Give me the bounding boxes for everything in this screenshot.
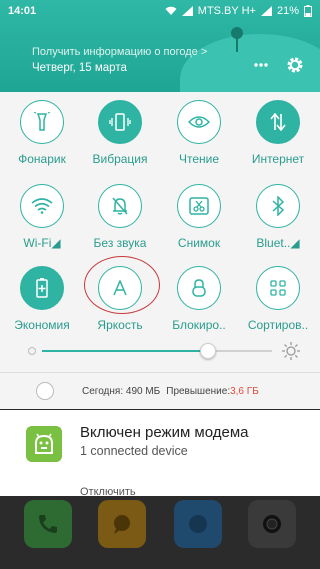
toggle-label: Блокиро.. [172, 318, 226, 332]
toggle-reading[interactable]: Чтение [159, 100, 239, 166]
signal-icon-2 [260, 6, 272, 16]
notification-card[interactable]: Включен режим модема 1 connected device … [0, 410, 320, 498]
toggle-internet[interactable]: Интернет [238, 100, 318, 166]
toggle-silent[interactable]: Без звука [80, 184, 160, 250]
toggle-label: Интернет [251, 152, 305, 166]
toggle-battery-saver[interactable]: Экономия [2, 266, 82, 332]
notification-subtitle: 1 connected device [80, 444, 188, 458]
grid-icon[interactable] [256, 266, 300, 310]
toggle-vibration[interactable]: Вибрация [80, 100, 160, 166]
messages-icon [98, 500, 146, 548]
toggle-sort[interactable]: Сортиров.. [238, 266, 318, 332]
slider-track[interactable] [207, 350, 272, 352]
toggle-screenshot[interactable]: Снимок [159, 184, 239, 250]
weather-prompt[interactable]: Получить информацию о погоде > [32, 46, 207, 58]
bluetooth-icon[interactable] [256, 184, 300, 228]
carrier-name: MTS.BY H+ [197, 5, 256, 17]
battery-saver-icon[interactable] [20, 266, 64, 310]
toggle-flashlight[interactable]: Фонарик [2, 100, 82, 166]
toggle-label: Экономия [14, 318, 70, 332]
highlight-annotation [84, 256, 160, 314]
phone-icon [24, 500, 72, 548]
browser-icon [174, 500, 222, 548]
camera-icon [248, 500, 296, 548]
usage-today: Сегодня: 490 МБ [82, 385, 161, 397]
toggle-label: Bluet..◢ [256, 236, 300, 250]
battery-percent: 21% [276, 5, 299, 17]
usage-exceed-label: Превышение: [166, 385, 231, 397]
signal-icon [181, 6, 193, 16]
decorative-tree-top [231, 27, 243, 39]
notification-title: Включен режим модема [80, 424, 249, 441]
data-arrows-icon[interactable] [256, 100, 300, 144]
wifi-icon[interactable] [20, 184, 64, 228]
weather-widget[interactable]: Получить информацию о погоде > Четверг, … [32, 46, 207, 74]
screenshot-icon[interactable] [177, 184, 221, 228]
vibration-icon[interactable] [98, 100, 142, 144]
toggle-label: Вибрация [92, 152, 148, 166]
status-bar: 14:01 MTS.BY H+ 21% [0, 0, 320, 22]
lock-icon[interactable] [177, 266, 221, 310]
clock: 14:01 [8, 5, 37, 17]
usage-exceed-value: 3,6 ГБ [230, 385, 259, 397]
toggle-label: Чтение [178, 152, 220, 166]
toggle-label: Снимок [177, 236, 221, 250]
eye-icon[interactable] [177, 100, 221, 144]
brightness-slider[interactable] [28, 340, 300, 364]
date-label: Четверг, 15 марта [32, 62, 127, 74]
toggle-lock[interactable]: Блокиро.. [159, 266, 239, 332]
data-usage-toggle[interactable] [36, 382, 54, 400]
gear-icon[interactable] [286, 56, 304, 74]
android-icon [26, 426, 62, 462]
header: 14:01 MTS.BY H+ 21% Получить информацию … [0, 0, 320, 92]
toggle-label: Без звука [93, 236, 147, 250]
slider-track-filled[interactable] [42, 350, 208, 352]
flashlight-icon[interactable] [20, 100, 64, 144]
toggle-bluetooth[interactable]: Bluet..◢ [238, 184, 318, 250]
decorative-tree [236, 38, 238, 52]
toggle-label: Фонарик [18, 152, 66, 166]
battery-icon [304, 5, 312, 17]
data-usage-row: Сегодня: 490 МБ Превышение: 3,6 ГБ [0, 373, 320, 409]
home-dock [0, 496, 320, 569]
sun-icon [282, 342, 300, 360]
toggle-wifi[interactable]: Wi-Fi◢ [2, 184, 82, 250]
slider-thumb[interactable] [199, 343, 216, 359]
more-icon[interactable] [254, 63, 268, 67]
toggle-label: Яркость [97, 318, 143, 332]
brightness-low-icon [28, 347, 36, 355]
toggle-label: Wi-Fi◢ [23, 236, 61, 250]
bell-off-icon[interactable] [98, 184, 142, 228]
wifi-status-icon [165, 6, 177, 15]
toggle-label: Сортиров.. [247, 318, 309, 332]
